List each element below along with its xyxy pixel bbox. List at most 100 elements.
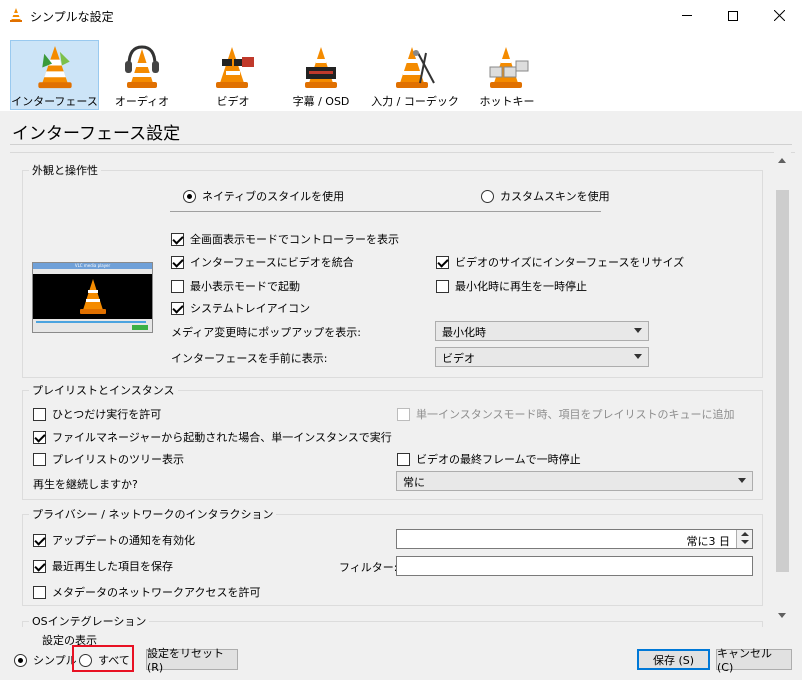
pause-minimized-option[interactable]: 最小化時に再生を一時停止 <box>436 278 587 294</box>
file-manager-option[interactable]: ファイルマネージャーから起動された場合、単一インスタンスで実行 <box>33 429 392 445</box>
scroll-up-icon[interactable] <box>778 158 786 163</box>
appearance-group-title: 外観と操作性 <box>29 162 101 178</box>
custom-skin-radio[interactable] <box>481 189 494 203</box>
start-minimal-checkbox[interactable] <box>171 279 184 293</box>
metadata-checkbox[interactable] <box>33 585 46 599</box>
save-recent-option[interactable]: 最近再生した項目を保存 <box>33 558 173 574</box>
vlc-cone-hotkey-icon <box>489 47 529 88</box>
continue-select[interactable]: 常に <box>396 471 753 491</box>
title-divider <box>10 144 792 145</box>
tab-subtitles[interactable]: 字幕 / OSD <box>281 40 361 110</box>
fs-controller-label: 全画面表示モードでコントローラーを表示 <box>190 233 399 246</box>
native-style-radio[interactable] <box>183 189 196 203</box>
systray-option[interactable]: システムトレイアイコン <box>171 300 310 316</box>
one-instance-checkbox[interactable] <box>33 407 46 421</box>
popup-select-value: 最小化時 <box>442 326 486 339</box>
minimize-button[interactable] <box>664 0 710 31</box>
all-radio[interactable] <box>79 653 92 667</box>
tab-video-label: ビデオ <box>216 95 250 108</box>
vlc-cone-subtitle-icon <box>305 47 337 88</box>
scrollbar-thumb[interactable] <box>776 190 789 572</box>
start-minimal-label: 最小表示モードで起動 <box>190 280 300 293</box>
file-manager-checkbox[interactable] <box>33 430 46 444</box>
continue-label: 再生を継続しますか? <box>33 478 138 491</box>
update-days-spinbox[interactable]: 常に3 日 <box>396 529 753 549</box>
tab-hotkeys[interactable]: ホットキー <box>469 40 545 110</box>
filter-input[interactable] <box>396 556 753 576</box>
filter-label: フィルター: <box>339 561 398 574</box>
continue-select-value: 常に <box>403 476 425 489</box>
tab-audio[interactable]: オーディオ <box>99 40 185 110</box>
one-instance-option[interactable]: ひとつだけ実行を許可 <box>33 406 161 422</box>
resize-interface-checkbox[interactable] <box>436 255 449 269</box>
raise-select[interactable]: ビデオ <box>435 347 649 367</box>
vlc-cone-headphones-icon <box>125 45 159 88</box>
tab-interface-label: インターフェース <box>11 95 98 108</box>
one-instance-label: ひとつだけ実行を許可 <box>52 408 162 421</box>
fs-controller-checkbox[interactable] <box>171 232 184 246</box>
close-icon <box>773 10 785 21</box>
integrate-video-label: インターフェースにビデオを統合 <box>190 256 354 269</box>
tab-input-codecs[interactable]: 入力 / コーデック <box>361 40 469 110</box>
tab-subtitles-label: 字幕 / OSD <box>292 95 350 108</box>
tab-video[interactable]: ビデオ <box>185 40 281 110</box>
resize-interface-option[interactable]: ビデオのサイズにインターフェースをリサイズ <box>436 254 684 270</box>
preview-menubar <box>33 269 152 274</box>
raise-label: インターフェースを手前に表示: <box>171 352 328 365</box>
resize-interface-label: ビデオのサイズにインターフェースをリサイズ <box>455 256 685 269</box>
spin-down-icon[interactable] <box>741 540 749 544</box>
popup-label: メディア変更時にポップアップを表示: <box>171 326 361 339</box>
all-label: すべて <box>98 654 130 667</box>
tab-interface[interactable]: インターフェース <box>10 40 99 110</box>
simple-label: シンプル <box>33 654 77 667</box>
os-integration-group-title: OSインテグレーション <box>29 613 150 629</box>
tree-option[interactable]: プレイリストのツリー表示 <box>33 451 184 467</box>
scroll-down-icon[interactable] <box>778 613 786 618</box>
save-button[interactable]: 保存 (S) <box>637 649 710 670</box>
chevron-down-icon <box>634 328 642 333</box>
custom-skin-option[interactable]: カスタムスキンを使用 <box>481 188 610 204</box>
maximize-button[interactable] <box>710 0 756 31</box>
raise-select-value: ビデオ <box>442 352 475 365</box>
pause-last-option[interactable]: ビデオの最終フレームで一時停止 <box>397 451 581 467</box>
systray-checkbox[interactable] <box>171 301 184 315</box>
pause-last-checkbox[interactable] <box>397 452 410 466</box>
tab-input-codecs-label: 入力 / コーデック <box>371 95 459 108</box>
file-manager-label: ファイルマネージャーから起動された場合、単一インスタンスで実行 <box>52 431 392 444</box>
spin-buttons[interactable] <box>736 530 752 548</box>
pause-minimized-checkbox[interactable] <box>436 279 449 293</box>
preview-controls <box>33 319 152 332</box>
reset-button[interactable]: 設定をリセット (R) <box>146 647 238 674</box>
metadata-option[interactable]: メタデータのネットワークアクセスを許可 <box>33 584 260 600</box>
preview-cone-icon <box>80 279 106 314</box>
vlc-app-icon <box>10 8 22 22</box>
integrate-video-option[interactable]: インターフェースにビデオを統合 <box>171 254 354 270</box>
popup-select[interactable]: 最小化時 <box>435 321 649 341</box>
close-button[interactable] <box>756 0 802 31</box>
minimize-icon <box>682 15 692 16</box>
tab-audio-label: オーディオ <box>114 95 170 108</box>
start-minimal-option[interactable]: 最小表示モードで起動 <box>171 278 300 294</box>
update-notify-label: アップデートの通知を有効化 <box>52 534 195 547</box>
tree-checkbox[interactable] <box>33 452 46 466</box>
cancel-button[interactable]: キャンセル (C) <box>716 647 792 674</box>
save-recent-checkbox[interactable] <box>33 559 46 573</box>
metadata-label: メタデータのネットワークアクセスを許可 <box>52 586 261 599</box>
interface-preview: VLC media player <box>32 262 153 333</box>
all-option[interactable]: すべて <box>79 652 130 668</box>
spin-up-icon[interactable] <box>741 532 749 536</box>
simple-option[interactable]: シンプル <box>14 652 77 668</box>
native-style-option[interactable]: ネイティブのスタイルを使用 <box>183 188 344 204</box>
playlist-group-title: プレイリストとインスタンス <box>29 382 178 398</box>
native-style-label: ネイティブのスタイルを使用 <box>202 190 345 203</box>
vlc-cone-glasses-icon <box>216 47 254 88</box>
update-notify-checkbox[interactable] <box>33 533 46 547</box>
style-divider <box>170 211 601 212</box>
tab-hotkeys-label: ホットキー <box>479 95 535 108</box>
fs-controller-option[interactable]: 全画面表示モードでコントローラーを表示 <box>171 231 399 247</box>
simple-radio[interactable] <box>14 653 27 667</box>
vlc-cone-interface-icon <box>37 45 72 89</box>
update-notify-option[interactable]: アップデートの通知を有効化 <box>33 532 195 548</box>
save-recent-label: 最近再生した項目を保存 <box>52 560 173 573</box>
integrate-video-checkbox[interactable] <box>171 255 184 269</box>
